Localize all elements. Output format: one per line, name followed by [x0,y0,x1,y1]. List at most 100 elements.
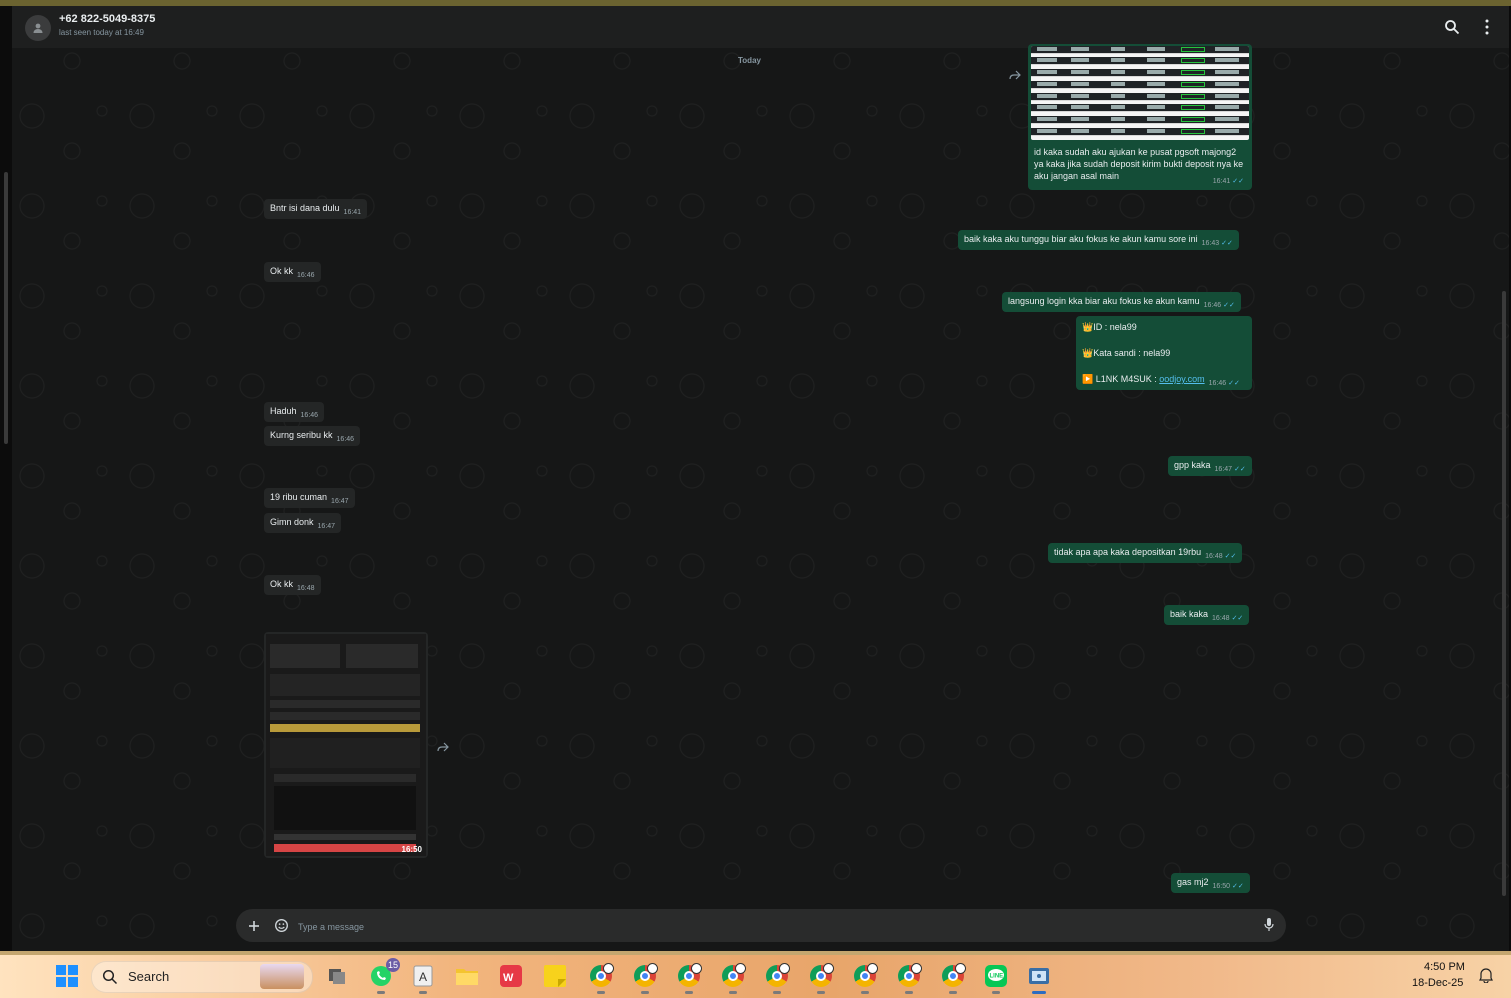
sticky-notes-app[interactable] [540,961,570,991]
incoming-message[interactable]: Gimn donk 16:47 [264,513,342,533]
outgoing-message[interactable]: langsung login kka biar aku fokus ke aku… [1002,292,1241,312]
forward-icon[interactable] [1008,70,1022,80]
outgoing-message[interactable]: baik kaka aku tunggu biar aku fokus ke a… [958,230,1239,250]
clock-date[interactable]: 18-Dec-25 [1412,977,1463,989]
message-text: gas mj2 [1177,877,1209,887]
line-icon-label: LINE [990,974,1004,980]
message-time: 16:47 [317,523,336,530]
message-text: baik kaka [1170,609,1209,619]
read-ticks-icon: ✓✓ [1223,302,1235,309]
read-ticks-icon: ✓✓ [1221,240,1233,247]
message-text: Ok kk [270,579,294,589]
chat-window: +62 822-5049-8375 last seen today at 16:… [12,6,1509,951]
line-icon: LINE [985,965,1007,987]
chrome-profile-app[interactable] [586,961,616,994]
incoming-message[interactable]: 19 ribu cuman 16:47 [264,488,355,508]
chrome-profile-app[interactable] [718,961,748,994]
message-time: 16:46 [1208,380,1227,387]
forward-icon[interactable] [436,742,450,752]
chrome-profile-app[interactable] [850,961,880,994]
emoji-sticker-icon[interactable] [274,918,289,933]
snipping-app[interactable] [1024,961,1054,994]
taskbar-search-label: Search [128,969,170,984]
whatsapp-app[interactable]: 15 [366,958,400,994]
message-text: gpp kaka [1174,460,1211,470]
incoming-image-message[interactable]: 16:50 [264,632,428,858]
sticky-notes-icon [544,965,566,987]
chrome-icon [942,963,966,987]
folder-icon [456,969,478,985]
shared-table-screenshot[interactable] [1031,46,1249,140]
search-icon[interactable] [1444,19,1460,35]
outgoing-message[interactable]: tidak apa apa kaka depositkan 19rbu 16:48… [1048,543,1243,563]
person-icon [33,23,43,33]
chrome-profile-app[interactable] [674,961,704,994]
read-ticks-icon: ✓✓ [1234,466,1246,473]
credentials-message[interactable]: 👑ID : nela99 👑Kata sandi : nela99 ▶️ L1N… [1076,316,1252,390]
text-app[interactable]: A [408,961,438,994]
message-text: 19 ribu cuman [270,492,328,502]
chrome-icon [678,963,702,987]
date-divider: Today [738,56,761,65]
left-scroll-thumb[interactable] [4,172,8,444]
outgoing-message[interactable]: baik kaka 16:48 ✓✓ [1164,605,1250,625]
message-text: Bntr isi dana dulu [270,203,340,213]
outgoing-image-message[interactable]: id kaka sudah aku ajukan ke pusat pgsoft… [1028,44,1252,190]
taskview-app[interactable] [322,961,352,991]
wps-office-app[interactable]: W [496,961,526,991]
avatar[interactable] [25,15,51,41]
chat-scrollbar[interactable] [1502,291,1506,896]
message-time: 16:46 [297,272,315,279]
search-highlight-image [260,964,304,989]
message-text: Kurng seribu kk [270,430,333,440]
message-time: 16:50 [401,845,422,854]
message-time: 16:46 [1203,302,1222,309]
contact-name[interactable]: +62 822-5049-8375 [59,13,155,25]
chrome-icon [590,963,614,987]
credential-password: 👑Kata sandi : nela99 [1082,348,1171,358]
more-options-icon[interactable] [1482,18,1492,36]
chrome-profile-app[interactable] [938,961,968,994]
message-text: langsung login kka biar aku fokus ke aku… [1008,296,1200,306]
message-text: Haduh [270,406,297,416]
incoming-message[interactable]: Haduh 16:46 [264,402,325,422]
file-explorer-app[interactable] [452,961,482,991]
outgoing-message[interactable]: gas mj2 16:50 ✓✓ [1171,873,1250,893]
chrome-icon [634,963,658,987]
clock-time[interactable]: 4:50 PM [1424,961,1465,973]
notification-icon[interactable] [1478,967,1494,983]
svg-text:W: W [503,972,514,984]
message-time: 16:46 [300,412,319,419]
chrome-profile-app[interactable] [630,961,660,994]
message-text: Gimn donk [270,517,314,527]
message-time: 16:46 [336,436,355,443]
incoming-message[interactable]: Bntr isi dana dulu 16:41 [264,199,368,219]
incoming-message[interactable]: Ok kk 16:48 [264,575,321,595]
message-time: 16:50 [1212,883,1231,890]
login-link[interactable]: oodjoy.com [1159,374,1204,384]
message-text: baik kaka aku tunggu biar aku fokus ke a… [964,234,1198,244]
windows-start-icon[interactable] [55,964,79,988]
link-label: ▶️ L1NK M4SUK : [1082,374,1160,384]
chrome-profile-app[interactable] [806,961,836,994]
screen-capture-icon [1029,968,1049,984]
chrome-profile-app[interactable] [894,961,924,994]
incoming-message[interactable]: Ok kk 16:46 [264,262,321,282]
line-app[interactable]: LINE [981,961,1011,994]
outgoing-message[interactable]: gpp kaka 16:47 ✓✓ [1168,456,1252,476]
microphone-icon[interactable] [1264,917,1274,933]
chrome-icon [766,963,790,987]
message-time: 16:48 [297,585,315,592]
read-ticks-icon: ✓✓ [1228,380,1240,387]
attach-plus-icon[interactable] [246,918,262,934]
read-ticks-icon: ✓✓ [1231,615,1244,622]
message-input[interactable] [296,914,1200,939]
last-seen-status: last seen today at 16:49 [59,28,144,37]
taskbar-search-box[interactable]: Search [91,961,313,993]
message-time: 16:43 [1201,240,1220,247]
search-icon [102,969,118,985]
chat-header[interactable]: +62 822-5049-8375 last seen today at 16:… [12,6,1509,48]
shared-account-screenshot[interactable] [266,634,426,856]
chrome-profile-app[interactable] [762,961,792,994]
incoming-message[interactable]: Kurng seribu kk 16:46 [264,426,361,446]
